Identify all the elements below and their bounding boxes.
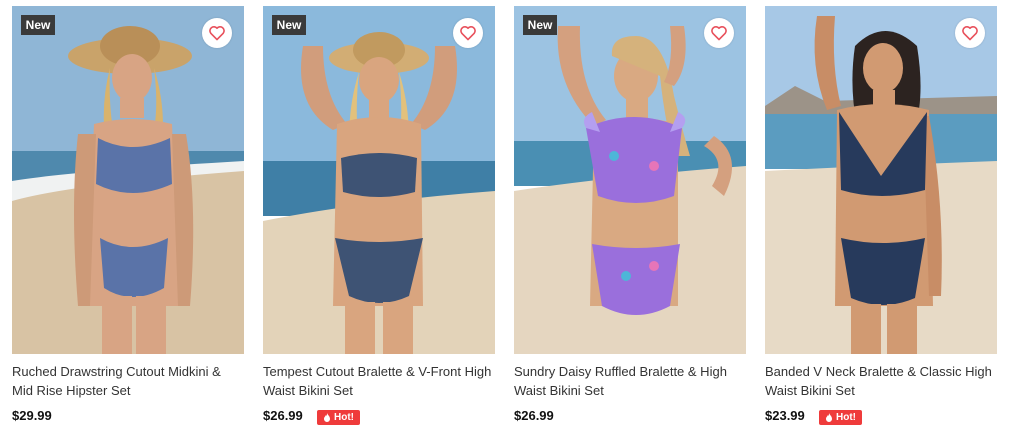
product-price: $26.99: [263, 408, 303, 423]
wishlist-button[interactable]: [704, 18, 734, 48]
hot-label: Hot!: [334, 412, 354, 423]
product-card[interactable]: Banded V Neck Bralette & Classic High Wa…: [765, 6, 997, 430]
heart-outline-icon: [962, 26, 978, 41]
hot-badge: Hot!: [819, 410, 862, 425]
product-title[interactable]: Sundry Daisy Ruffled Bralette & High Wai…: [514, 362, 746, 400]
product-price: $23.99: [765, 408, 805, 423]
heart-outline-icon: [460, 26, 476, 41]
wishlist-button[interactable]: [202, 18, 232, 48]
product-title[interactable]: Ruched Drawstring Cutout Midkini & Mid R…: [12, 362, 244, 400]
product-card[interactable]: New Tempest Cutout Bralette & V-Front Hi…: [263, 6, 495, 430]
heart-outline-icon: [209, 26, 225, 41]
product-card[interactable]: New Sundry Daisy Ruffled Bralette & High…: [514, 6, 746, 430]
wishlist-button[interactable]: [955, 18, 985, 48]
new-badge: New: [523, 15, 557, 35]
product-title[interactable]: Tempest Cutout Bralette & V-Front High W…: [263, 362, 495, 400]
hot-label: Hot!: [836, 412, 856, 423]
product-image[interactable]: New: [263, 6, 495, 354]
flame-icon: [826, 413, 832, 422]
heart-outline-icon: [711, 26, 727, 41]
product-card[interactable]: New Ruched Drawstring Cutout Midkini & M…: [12, 6, 244, 430]
wishlist-button[interactable]: [453, 18, 483, 48]
product-grid: New Ruched Drawstring Cutout Midkini & M…: [12, 6, 1012, 430]
new-badge: New: [21, 15, 55, 35]
product-image[interactable]: [765, 6, 997, 354]
product-title[interactable]: Banded V Neck Bralette & Classic High Wa…: [765, 362, 997, 400]
product-image[interactable]: New: [12, 6, 244, 354]
product-image[interactable]: New: [514, 6, 746, 354]
new-badge: New: [272, 15, 306, 35]
product-price: $29.99: [12, 408, 52, 423]
product-price: $26.99: [514, 408, 554, 423]
flame-icon: [324, 413, 330, 422]
hot-badge: Hot!: [317, 410, 360, 425]
